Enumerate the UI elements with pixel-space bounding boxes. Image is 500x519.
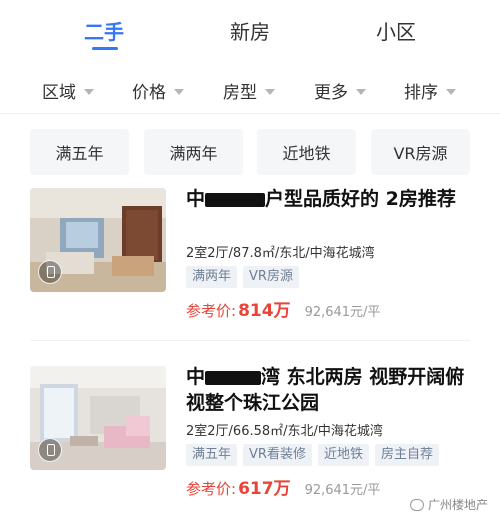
listing-tag: 满五年 [186, 444, 238, 466]
top-tabs: 二手 新房 小区 [0, 0, 500, 62]
listing-card[interactable]: 中户型品质好的 2房推荐 2室2厅/87.8㎡/东北/中海花城湾 满两年 VR房… [0, 186, 500, 336]
price-value: 814万 [238, 301, 291, 321]
watermark: 广州楼地产 [409, 496, 488, 513]
listing-separator [30, 340, 470, 341]
redaction-mark [205, 370, 262, 385]
redaction-mark [205, 192, 266, 207]
listing-tag: 近地铁 [317, 444, 369, 466]
chip-near-subway[interactable]: 近地铁 [257, 129, 356, 175]
filter-area-label: 区域 [42, 83, 76, 103]
price-value: 617万 [238, 479, 291, 499]
unit-price: 92,641元/平 [304, 483, 381, 498]
vr-badge-icon [38, 438, 62, 462]
filter-divider [0, 113, 500, 114]
filter-layout[interactable]: 房型 [223, 78, 275, 103]
chevron-down-icon [84, 88, 94, 95]
price-label: 参考价: [186, 302, 237, 320]
filter-area[interactable]: 区域 [42, 78, 94, 103]
weibo-icon [409, 498, 424, 511]
watermark-text: 广州楼地产 [427, 498, 488, 512]
listing-tags: 满五年 VR看装修 近地铁 房主自荐 [186, 444, 439, 466]
listing-title: 中户型品质好的 2房推荐 [186, 188, 456, 210]
listing-meta: 2室2厅/66.58㎡/东北/中海花城湾 [186, 424, 383, 439]
filter-sort[interactable]: 排序 [404, 78, 456, 103]
tab-communities[interactable]: 小区 [376, 16, 416, 45]
listing-price-row: 参考价: 617万 92,641元/平 [186, 474, 380, 499]
vr-badge-icon [38, 260, 62, 284]
listing-meta: 2室2厅/87.8㎡/东北/中海花城湾 [186, 246, 375, 261]
filter-layout-label: 房型 [223, 83, 257, 103]
chevron-down-icon [446, 88, 456, 95]
chip-vr-listings[interactable]: VR房源 [371, 129, 470, 175]
listing-tags: 满两年 VR房源 [186, 266, 299, 288]
active-tab-indicator [92, 47, 118, 50]
listing-price-row: 参考价: 814万 92,641元/平 [186, 296, 380, 321]
chevron-down-icon [356, 88, 366, 95]
chevron-down-icon [174, 88, 184, 95]
chevron-down-icon [265, 88, 275, 95]
filter-more-label: 更多 [314, 83, 348, 103]
listing-photo[interactable] [30, 366, 166, 470]
listing-photo[interactable] [30, 188, 166, 292]
unit-price: 92,641元/平 [304, 305, 381, 320]
tab-second-hand[interactable]: 二手 [84, 16, 124, 45]
filter-more[interactable]: 更多 [314, 78, 366, 103]
listing-tag: 满两年 [186, 266, 238, 288]
chip-five-years[interactable]: 满五年 [30, 129, 129, 175]
filter-price-label: 价格 [132, 83, 166, 103]
listing-card[interactable]: 中湾 东北两房 视野开阔俯视整个珠江公园 2室2厅/66.58㎡/东北/中海花城… [0, 364, 500, 504]
filter-price[interactable]: 价格 [132, 78, 184, 103]
listing-tag: 房主自荐 [374, 444, 439, 466]
filter-bar: 区域 价格 房型 更多 排序 [0, 70, 500, 110]
listing-title: 中湾 东北两房 视野开阔俯视整个珠江公园 [186, 366, 465, 414]
price-label: 参考价: [186, 480, 237, 498]
filter-sort-label: 排序 [404, 83, 438, 103]
chip-two-years[interactable]: 满两年 [144, 129, 243, 175]
listing-tag: VR房源 [243, 266, 299, 288]
quick-filter-chips: 满五年 满两年 近地铁 VR房源 [0, 129, 500, 175]
listing-tag: VR看装修 [243, 444, 312, 466]
tab-new-homes[interactable]: 新房 [230, 16, 270, 45]
